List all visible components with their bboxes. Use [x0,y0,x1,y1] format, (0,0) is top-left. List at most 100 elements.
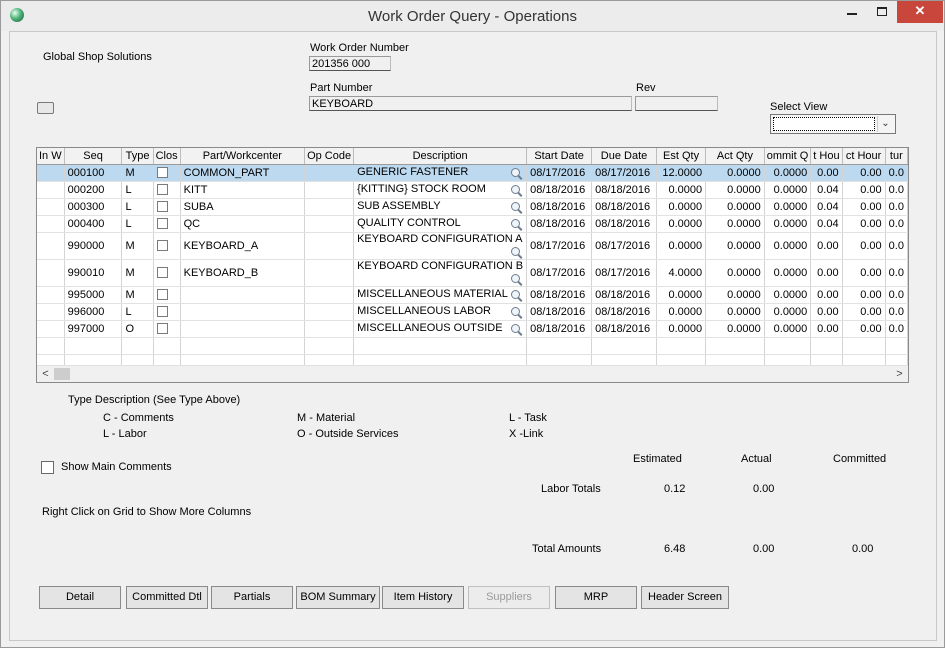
operations-grid[interactable]: In W Seq Type Clos Part/Workcenter Op Co… [36,147,909,383]
cell-in-w[interactable] [37,286,65,304]
cell-commit-qty[interactable]: 0.0000 [764,232,812,260]
table-row[interactable]: 997000 O MISCELLANEOUS OUTSIDE 08/18/201… [37,320,908,338]
cell-description[interactable]: GENERIC FASTENER [353,164,528,182]
table-row[interactable]: 996000 L MISCELLANEOUS LABOR 08/18/2016 … [37,303,908,321]
cell-commit-qty[interactable]: 0.0000 [764,320,812,338]
closed-checkbox[interactable] [156,240,168,252]
cell-act-hours[interactable]: 0.00 [842,259,886,287]
cell-start-date[interactable]: 08/18/2016 [526,181,593,199]
cell-opcode[interactable] [304,303,355,321]
col-header-act-hours[interactable]: ct Hour [842,148,886,165]
cell-in-w[interactable] [37,303,65,321]
cell-act-qty[interactable]: 0.0000 [705,259,765,287]
detail-button[interactable]: Detail [39,586,121,609]
cell-act-qty[interactable]: 0.0000 [705,181,765,199]
cell-opcode[interactable] [304,259,355,287]
cell-in-w[interactable] [37,259,65,287]
cell-description[interactable]: MISCELLANEOUS LABOR [353,303,528,321]
cell-opcode[interactable] [304,286,355,304]
cell-seq[interactable]: 000100 [64,164,123,182]
col-header-clos[interactable]: Clos [153,148,181,165]
part-number-field[interactable]: KEYBOARD [309,96,632,111]
closed-checkbox[interactable] [156,184,168,196]
cell-est-hours[interactable]: 0.04 [810,198,843,216]
cell-act-hours[interactable]: 0.00 [842,286,886,304]
cell-est-hours[interactable]: 0.00 [810,286,843,304]
cell-start-date[interactable]: 08/18/2016 [526,320,593,338]
col-header-description[interactable]: Description [353,148,528,165]
cell-commit-qty[interactable]: 0.0000 [764,286,812,304]
cell-act-hours[interactable]: 0.00 [842,215,886,233]
cell-est-qty[interactable]: 0.0000 [656,181,707,199]
cell-start-date[interactable]: 08/17/2016 [526,232,593,260]
cell-tur[interactable]: 0.0 [885,320,908,338]
cell-act-qty[interactable]: 0.0000 [705,198,765,216]
cell-in-w[interactable] [37,198,65,216]
show-main-comments-label[interactable]: Show Main Comments [61,461,172,473]
cell-part[interactable] [180,286,306,304]
cell-act-hours[interactable]: 0.00 [842,181,886,199]
cell-act-hours[interactable]: 0.00 [842,303,886,321]
magnifier-icon[interactable] [511,289,523,302]
cell-tur[interactable]: 0.0 [885,232,908,260]
header-screen-button[interactable]: Header Screen [641,586,729,609]
empty-row[interactable] [37,337,908,355]
table-row[interactable]: 995000 M MISCELLANEOUS MATERIAL 08/18/20… [37,286,908,304]
col-header-in-w[interactable]: In W [37,148,65,165]
scroll-thumb[interactable] [54,368,70,380]
magnifier-icon[interactable] [511,201,523,214]
col-header-act-qty[interactable]: Act Qty [705,148,765,165]
cell-opcode[interactable] [304,164,355,182]
table-row[interactable]: 990000 M KEYBOARD_A KEYBOARD CONFIGURATI… [37,232,908,260]
cell-start-date[interactable]: 08/18/2016 [526,286,593,304]
cell-est-qty[interactable]: 4.0000 [656,259,707,287]
cell-type[interactable]: M [121,286,154,304]
cell-commit-qty[interactable]: 0.0000 [764,164,812,182]
col-header-start-date[interactable]: Start Date [526,148,593,165]
cell-est-qty[interactable]: 0.0000 [656,320,707,338]
cell-start-date[interactable]: 08/17/2016 [526,259,593,287]
closed-checkbox[interactable] [156,306,168,318]
cell-description[interactable]: KEYBOARD CONFIGURATION A [353,232,528,260]
cell-type[interactable]: L [121,303,154,321]
horizontal-scrollbar[interactable]: < > [37,365,908,382]
cell-seq[interactable]: 997000 [64,320,123,338]
col-header-type[interactable]: Type [121,148,154,165]
cell-act-qty[interactable]: 0.0000 [705,303,765,321]
cell-in-w[interactable] [37,215,65,233]
magnifier-icon[interactable] [511,323,523,336]
cell-part[interactable]: QC [180,215,306,233]
cell-type[interactable]: M [121,232,154,260]
cell-tur[interactable]: 0.0 [885,181,908,199]
cell-est-qty[interactable]: 0.0000 [656,286,707,304]
cell-act-qty[interactable]: 0.0000 [705,164,765,182]
col-header-commit-qty[interactable]: ommit Q [764,148,812,165]
cell-description[interactable]: KEYBOARD CONFIGURATION B [353,259,528,287]
cell-act-qty[interactable]: 0.0000 [705,286,765,304]
cell-type[interactable]: L [121,181,154,199]
cell-closed[interactable] [153,198,181,216]
cell-tur[interactable]: 0.0 [885,303,908,321]
cell-due-date[interactable]: 08/17/2016 [591,259,658,287]
cell-closed[interactable] [153,259,181,287]
header-toggle-button[interactable] [37,102,54,114]
cell-opcode[interactable] [304,232,355,260]
cell-closed[interactable] [153,164,181,182]
cell-act-hours[interactable]: 0.00 [842,164,886,182]
magnifier-icon[interactable] [511,167,523,180]
close-button[interactable]: ✕ [897,1,943,23]
cell-est-hours[interactable]: 0.00 [810,303,843,321]
cell-tur[interactable]: 0.0 [885,286,908,304]
cell-type[interactable]: O [121,320,154,338]
cell-start-date[interactable]: 08/18/2016 [526,303,593,321]
cell-closed[interactable] [153,232,181,260]
cell-act-qty[interactable]: 0.0000 [705,215,765,233]
cell-opcode[interactable] [304,320,355,338]
cell-est-hours[interactable]: 0.04 [810,215,843,233]
cell-start-date[interactable]: 08/18/2016 [526,215,593,233]
cell-est-hours[interactable]: 0.00 [810,259,843,287]
closed-checkbox[interactable] [156,323,168,335]
cell-tur[interactable]: 0.0 [885,198,908,216]
show-main-comments-checkbox[interactable] [41,461,54,474]
cell-description[interactable]: {KITTING} STOCK ROOM [353,181,528,199]
